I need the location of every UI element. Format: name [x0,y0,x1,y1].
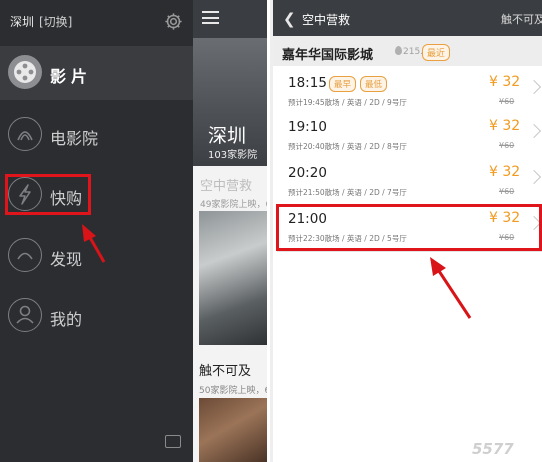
drawer-item-mine[interactable]: 我的 [0,289,193,343]
discover-icon [8,238,42,272]
showtimes-topbar: ❮ 空中营救 触不可及 [273,0,542,36]
original-price: ¥60 [499,141,515,150]
banner-cinema-count: 103家影院 [208,150,258,161]
showtime-row[interactable]: 18:15 最早 最低 预计19:45散场 / 英语 / 2D / 9号厅 ¥ … [277,68,542,116]
switch-city-link[interactable]: [切换] [39,13,72,30]
earliest-badge: 最早 [329,76,357,92]
gear-icon[interactable] [164,12,183,31]
watermark: 5577 [472,440,514,458]
selected-showtime-highlight-box [276,204,542,251]
original-price: ¥60 [499,187,515,196]
movie-title[interactable]: 触不可及 [199,360,251,379]
showtime-meta: 预计21:50散场 / 英语 / 2D / 7号厅 [288,188,407,197]
showtime-time: 20:20 [288,165,327,181]
drawer-item-cinemas[interactable]: 电影院 [0,108,193,162]
film-reel-icon [8,55,42,89]
showtime-meta: 预计19:45散场 / 英语 / 2D / 9号厅 [288,98,407,107]
movie-list-topbar [193,0,267,38]
lowest-badge: 最低 [360,76,388,92]
drawer-item-discover[interactable]: 发现 [0,229,193,283]
user-icon [8,298,42,332]
showtime-price: ¥ 32 [489,118,521,134]
movie-meta: 49家影院上映，6 [200,200,267,210]
banner-city: 深圳 [208,125,247,147]
side-drawer: 深圳 [切换] 影片 电影院 快购 发现 我的 [0,0,193,462]
quick-buy-highlight-box [5,174,91,215]
page-title: 空中营救 [302,13,351,27]
hamburger-icon[interactable] [202,11,219,24]
next-movie-tab[interactable]: 触不可及 [501,11,542,27]
original-price: ¥60 [499,97,515,106]
cinema-header[interactable]: 嘉年华国际影城 215.6km 最近 [273,36,542,66]
current-city: 深圳 [10,15,35,29]
chevron-right-icon [526,79,542,95]
showtime-meta: 预计20:40散场 / 英语 / 2D / 8号厅 [288,142,407,151]
showtime-price: ¥ 32 [489,164,521,180]
showtime-price: ¥ 32 [489,74,521,90]
movie-title[interactable]: 空中营救 [200,175,252,194]
location-pin-icon [395,46,402,55]
nearest-badge: 最近 [422,44,451,61]
showtimes-panel: ❮ 空中营救 触不可及 嘉年华国际影城 215.6km 最近 18:15 最早 … [270,0,542,462]
movie-meta: 50家影院上映，6 [199,386,267,396]
chevron-left-icon[interactable]: ❮ [283,10,296,28]
cinema-icon [8,117,42,151]
drawer-item-movies[interactable]: 影片 [0,46,193,100]
showtime-row[interactable]: 19:10 预计20:40散场 / 英语 / 2D / 8号厅 ¥ 32 ¥60 [277,112,542,160]
movie-poster[interactable] [199,398,267,462]
cinema-name: 嘉年华国际影城 [282,48,374,63]
drawer-item-label: 影片 [50,67,93,86]
showtime-time: 19:10 [288,119,327,135]
showtime-row[interactable]: 20:20 预计21:50散场 / 英语 / 2D / 7号厅 ¥ 32 ¥60 [277,158,542,206]
chat-icon[interactable] [165,435,181,448]
chevron-right-icon [526,123,542,139]
drawer-item-label: 发现 [50,250,83,269]
drawer-item-label: 电影院 [50,129,99,148]
drawer-item-label: 我的 [50,310,83,329]
movie-poster[interactable] [199,211,267,345]
chevron-right-icon [526,169,542,185]
showtime-time: 18:15 [288,75,327,91]
movie-list-panel: 深圳 103家影院 空中营救 49家影院上映，6 触不可及 50家影院上映，6 [193,0,267,462]
